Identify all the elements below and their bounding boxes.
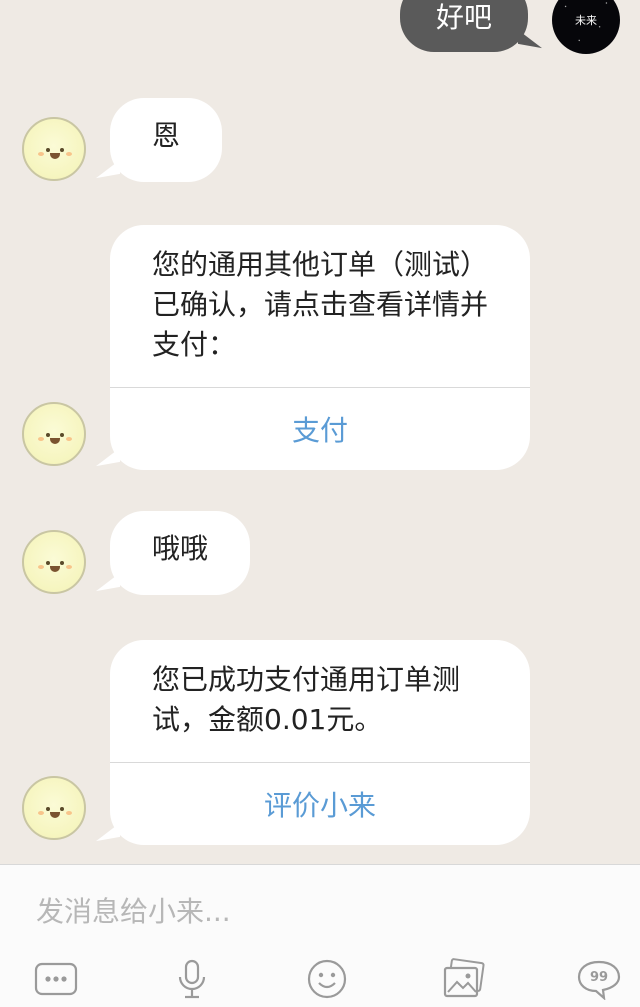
emoji-icon[interactable] — [303, 957, 351, 1001]
bot-avatar[interactable] — [22, 402, 86, 466]
message-input[interactable] — [0, 865, 640, 957]
outgoing-message-bubble[interactable]: 好吧 — [399, 0, 528, 52]
image-icon[interactable] — [440, 957, 488, 1001]
message-text: 哦哦 — [152, 532, 209, 565]
microphone-icon[interactable] — [168, 957, 216, 1001]
user-avatar[interactable]: 未来 — [552, 0, 620, 54]
pay-button[interactable]: 支付 — [110, 388, 530, 470]
card-text: 您的通用其他订单（测试）已确认，请点击查看详情并支付： — [152, 248, 489, 361]
outgoing-message-text: 好吧 — [435, 1, 492, 34]
input-bar: 99 — [0, 864, 640, 1007]
bot-avatar[interactable] — [22, 117, 86, 181]
more-icon[interactable] — [32, 957, 80, 1001]
incoming-message-bubble[interactable]: 哦哦 — [110, 511, 251, 595]
bot-avatar[interactable] — [22, 776, 86, 840]
quote-bubble-icon[interactable]: 99 — [575, 957, 623, 1001]
svg-text:99: 99 — [590, 970, 608, 985]
incoming-message-bubble[interactable]: 恩 — [110, 98, 223, 182]
bot-avatar[interactable] — [22, 530, 86, 594]
card-text: 您已成功支付通用订单测试，金额0.01元。 — [152, 663, 461, 736]
chat-area[interactable]: 好吧 未来 恩 您的通用其他订单（测试）已确认，请点击查看详情并支付： 支付 哦… — [0, 0, 640, 864]
message-text: 恩 — [152, 119, 181, 152]
input-toolbar: 99 — [0, 957, 640, 1007]
payment-success-card: 您已成功支付通用订单测试，金额0.01元。 评价小来 — [110, 640, 530, 845]
order-confirm-card: 您的通用其他订单（测试）已确认，请点击查看详情并支付： 支付 — [110, 225, 530, 470]
user-avatar-label: 未来 — [575, 14, 597, 27]
rate-button[interactable]: 评价小来 — [110, 763, 530, 845]
